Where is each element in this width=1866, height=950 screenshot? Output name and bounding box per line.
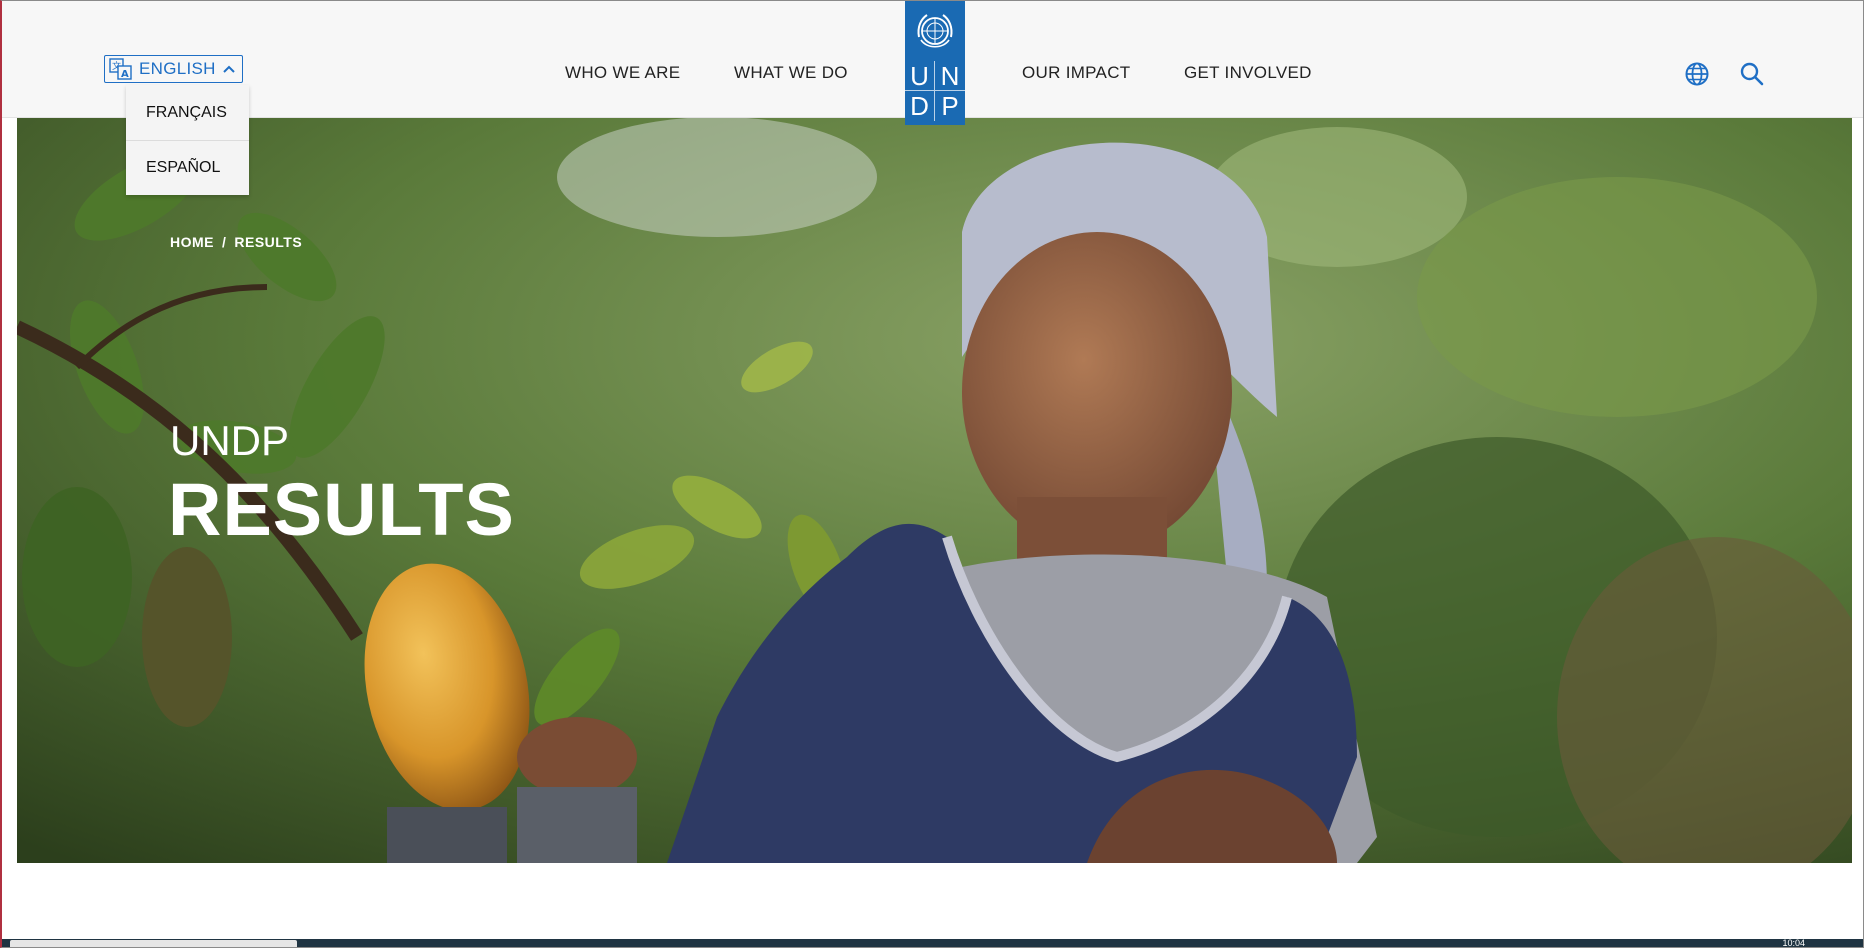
language-option-french[interactable]: FRANÇAIS: [126, 85, 249, 140]
breadcrumb-home-link[interactable]: HOME: [170, 234, 214, 250]
nav-our-impact[interactable]: OUR IMPACT: [1022, 63, 1130, 83]
os-taskbar: 10:04: [2, 938, 1863, 948]
language-selector[interactable]: 文 A ENGLISH: [104, 55, 243, 83]
translate-icon: 文 A: [109, 58, 133, 80]
nav-get-involved[interactable]: GET INVOLVED: [1184, 63, 1312, 83]
undp-letters: U N D P: [905, 61, 965, 121]
nav-who-we-are[interactable]: WHO WE ARE: [565, 63, 680, 83]
logo-letter: P: [941, 91, 959, 121]
chevron-up-icon: [222, 64, 236, 74]
hero-subtitle: UNDP: [170, 417, 290, 464]
logo-letter: U: [905, 61, 935, 91]
breadcrumb-separator: /: [222, 234, 227, 250]
breadcrumb-current: RESULTS: [234, 234, 303, 250]
globe-icon[interactable]: [1684, 61, 1710, 92]
hero-banner: HOME / RESULTS UNDP RESULTS: [17, 117, 1852, 863]
page-title: RESULTS: [168, 468, 515, 551]
language-option-spanish[interactable]: ESPAÑOL: [126, 140, 249, 195]
svg-text:A: A: [121, 69, 129, 80]
browser-viewport: 文 A ENGLISH WHO WE ARE WHAT WE DO OUR IM…: [0, 0, 1864, 948]
logo-letter: D: [905, 91, 935, 121]
language-current-label: ENGLISH: [139, 59, 216, 78]
nav-what-we-do[interactable]: WHAT WE DO: [734, 63, 848, 83]
breadcrumb: HOME / RESULTS: [170, 234, 302, 250]
search-icon[interactable]: [1739, 61, 1765, 92]
undp-logo[interactable]: U N D P: [905, 1, 965, 125]
taskbar-clock: 10:04: [1782, 938, 1805, 948]
un-emblem-icon: [911, 7, 959, 60]
logo-letter: N: [935, 61, 965, 91]
language-dropdown-menu: FRANÇAIS ESPAÑOL: [126, 85, 249, 195]
taskbar-app-button[interactable]: [10, 940, 297, 947]
